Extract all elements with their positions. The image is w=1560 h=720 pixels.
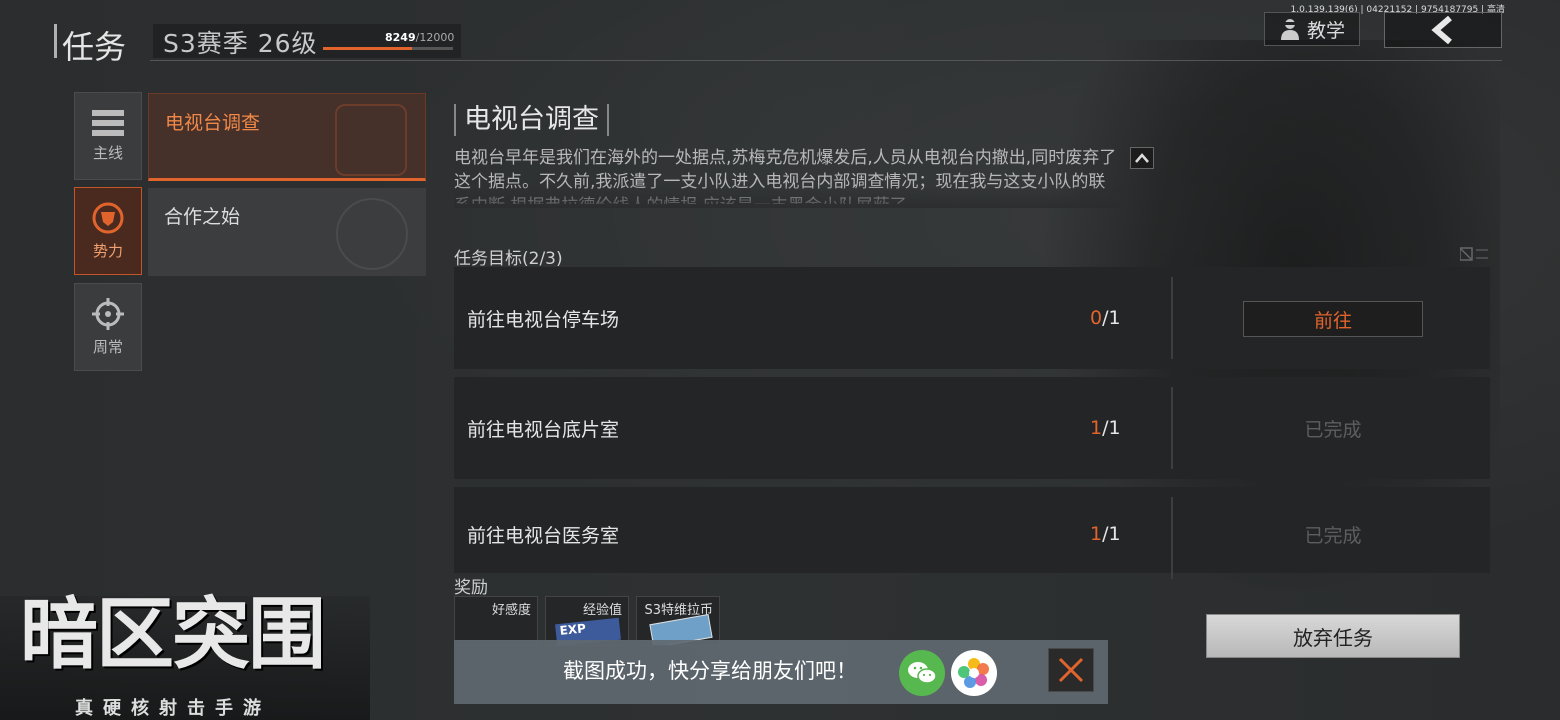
go-button[interactable]: 前往 xyxy=(1243,301,1423,337)
season-level: S3赛季 26级 xyxy=(163,29,318,58)
objective-label: 前往电视台医务室 xyxy=(467,524,620,547)
share-toast-text: 截图成功，快分享给朋友们吧！ xyxy=(563,659,857,683)
close-icon xyxy=(1058,657,1084,683)
reward-label: 经验值 xyxy=(582,603,622,618)
category-label-weekly: 周常 xyxy=(92,337,123,356)
collapse-description-button[interactable] xyxy=(1130,147,1154,169)
xp-progress-fill xyxy=(323,47,413,50)
rewards-title: 奖励 xyxy=(454,578,488,598)
category-tab-weekly[interactable]: 周常 xyxy=(74,283,142,371)
objective-progress-total: /1 xyxy=(1102,523,1121,545)
task-item-tv-station[interactable]: 电视台调查 xyxy=(148,93,426,181)
chevron-left-icon xyxy=(1431,16,1452,44)
objective-progress: 1/1 xyxy=(1090,377,1121,479)
list-icon xyxy=(92,109,124,136)
page-title: 任务 xyxy=(62,28,127,66)
task-label: 合作之始 xyxy=(164,206,241,228)
tutorial-label: 教学 xyxy=(1306,19,1345,42)
close-toast-button[interactable] xyxy=(1048,648,1094,692)
objectives-title: 任务目标(2/3) xyxy=(454,249,563,269)
tutorial-person-icon xyxy=(1280,19,1299,40)
category-label-faction: 势力 xyxy=(92,241,123,260)
game-tagline: 真硬核射击手游 xyxy=(75,698,271,719)
reward-exp[interactable]: 经验值 EXP xyxy=(545,596,629,646)
objective-label: 前往电视台停车场 xyxy=(467,308,620,331)
category-label-main: 主线 xyxy=(92,143,123,162)
objective-row: 前往电视台底片室 1/1 已完成 xyxy=(454,377,1490,479)
objective-progress-current: 0 xyxy=(1090,307,1103,329)
chevron-up-icon xyxy=(1135,153,1149,163)
wechat-share-button[interactable] xyxy=(899,650,945,696)
reward-favorability[interactable]: 好感度 xyxy=(454,596,538,646)
objective-progress-current: 1 xyxy=(1090,523,1103,545)
crosshair-icon xyxy=(92,297,124,330)
task-emblem-icon xyxy=(335,104,407,176)
completed-status: 已完成 xyxy=(1304,524,1362,547)
back-button[interactable] xyxy=(1384,12,1502,48)
photos-icon xyxy=(958,658,989,688)
objective-label: 前往电视台底片室 xyxy=(467,418,620,441)
objective-progress-current: 1 xyxy=(1090,417,1103,439)
objective-row: 前往电视台停车场 0/1 前往 xyxy=(454,267,1490,369)
photos-share-button[interactable] xyxy=(951,650,997,696)
header-accent-bar xyxy=(54,24,57,58)
category-tab-main[interactable]: 主线 xyxy=(74,92,142,180)
header-divider xyxy=(150,60,1502,61)
objective-row: 前往电视台医务室 1/1 已完成 xyxy=(454,487,1490,579)
xp-progress-bar xyxy=(323,47,453,50)
objective-progress-total: /1 xyxy=(1102,307,1121,329)
objective-divider xyxy=(1171,387,1173,469)
xp-max: /12000 xyxy=(415,31,455,44)
task-label: 电视台调查 xyxy=(165,112,261,134)
completed-status: 已完成 xyxy=(1304,418,1362,441)
xp-current: 8249 xyxy=(385,31,416,44)
reward-label: 好感度 xyxy=(491,603,531,618)
faction-shield-icon xyxy=(92,202,124,233)
task-emblem-icon xyxy=(336,198,408,270)
wechat-icon xyxy=(908,662,937,684)
objective-progress: 1/1 xyxy=(1090,491,1121,577)
detail-title: 电视台调查 xyxy=(454,104,609,136)
description-fade xyxy=(454,184,1120,208)
objective-progress: 0/1 xyxy=(1090,267,1121,369)
task-item-cooperation[interactable]: 合作之始 xyxy=(148,188,426,276)
game-logo: 暗区突围 xyxy=(20,590,326,680)
expand-corner-icon xyxy=(1459,246,1488,262)
category-tab-faction[interactable]: 势力 xyxy=(74,187,142,275)
xp-readout: 8249/12000 xyxy=(385,31,454,44)
tutorial-button[interactable]: 教学 xyxy=(1264,12,1360,46)
abandon-task-button[interactable]: 放弃任务 xyxy=(1206,614,1460,658)
reward-currency[interactable]: S3特维拉币 xyxy=(636,596,720,646)
objective-divider xyxy=(1171,497,1173,579)
objective-progress-total: /1 xyxy=(1102,417,1121,439)
objective-divider xyxy=(1171,277,1173,359)
